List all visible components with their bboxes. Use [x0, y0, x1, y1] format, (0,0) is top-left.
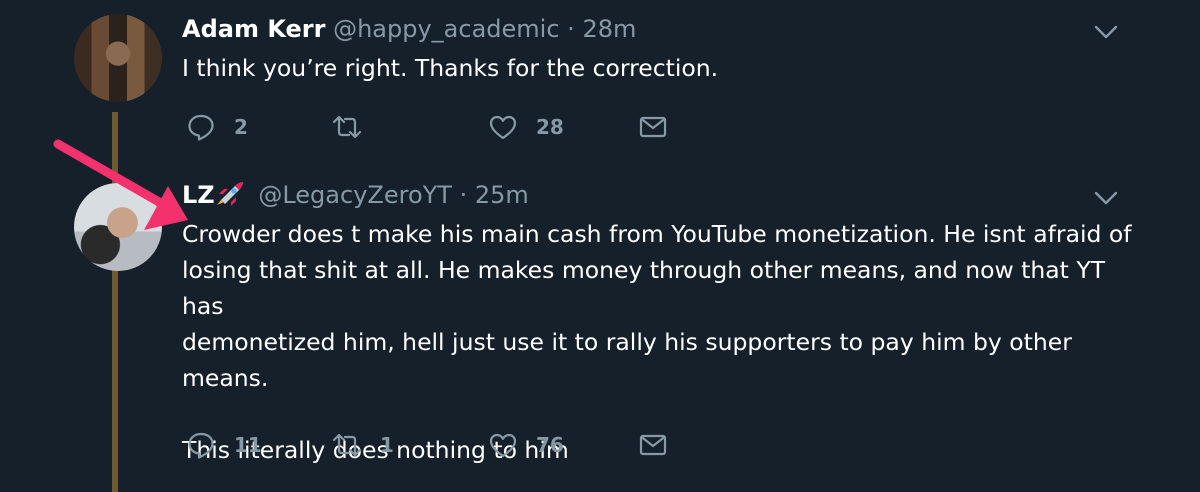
- avatar[interactable]: [74, 14, 162, 102]
- tweet-header: Adam Kerr @happy_academic · 28m: [182, 14, 636, 44]
- rocket-icon: [216, 182, 243, 206]
- direct-message-button[interactable]: [638, 428, 668, 462]
- like-button[interactable]: 28: [488, 110, 564, 144]
- user-handle[interactable]: @LegacyZeroYT: [258, 181, 452, 209]
- separator-dot: ·: [567, 15, 575, 43]
- separator-dot: ·: [459, 181, 468, 209]
- envelope-icon: [639, 116, 667, 138]
- heart-icon: [489, 115, 517, 140]
- chevron-down-icon[interactable]: [1094, 24, 1118, 40]
- tweet-actions: 11 1 76: [186, 428, 686, 462]
- reply-count: 11: [234, 433, 262, 457]
- tweet-text: I think you’re right. Thanks for the cor…: [182, 54, 719, 82]
- reply-button[interactable]: 11: [186, 428, 262, 462]
- thread-connector-line: [112, 262, 118, 492]
- timestamp[interactable]: 28m: [582, 15, 636, 43]
- retweet-icon: [332, 115, 362, 139]
- timestamp[interactable]: 25m: [475, 181, 529, 209]
- tweet-actions: 2 28: [186, 110, 686, 144]
- user-handle[interactable]: @happy_academic: [333, 15, 559, 43]
- retweet-count: 1: [380, 433, 394, 457]
- like-button[interactable]: 76: [488, 428, 564, 462]
- chevron-down-icon[interactable]: [1094, 190, 1118, 206]
- speech-bubble-icon: [188, 432, 214, 459]
- direct-message-button[interactable]: [638, 110, 668, 144]
- retweet-button[interactable]: 1: [332, 428, 394, 462]
- display-name[interactable]: Adam Kerr: [182, 15, 325, 43]
- retweet-button[interactable]: [332, 110, 380, 144]
- reply-count: 2: [234, 115, 248, 139]
- annotation-arrow-icon: [53, 139, 188, 230]
- like-count: 76: [536, 433, 564, 457]
- tweet-header: LZ @LegacyZeroYT · 25m: [182, 180, 529, 210]
- tweet-thread: Adam Kerr @happy_academic · 28m I think …: [0, 0, 1200, 492]
- retweet-icon: [332, 433, 362, 457]
- like-count: 28: [536, 115, 564, 139]
- envelope-icon: [639, 434, 667, 456]
- heart-icon: [489, 433, 517, 458]
